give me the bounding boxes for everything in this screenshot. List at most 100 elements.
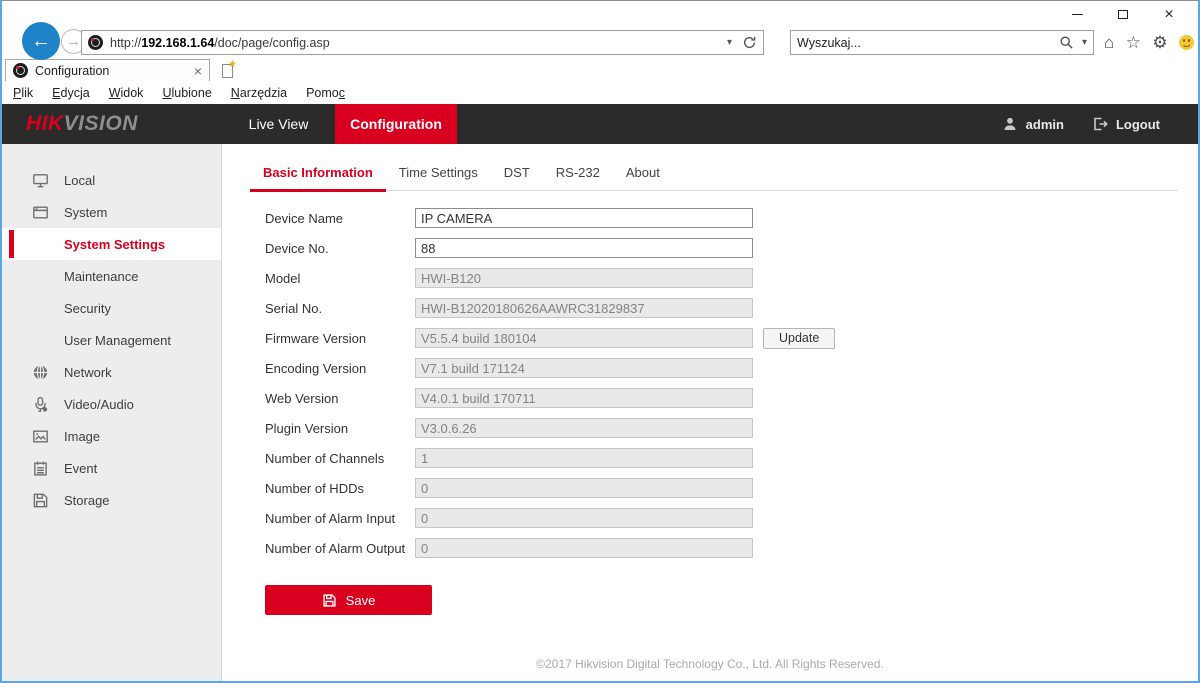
nav-tab-live-view[interactable]: Live View — [222, 104, 335, 144]
favorites-star-icon[interactable]: ☆ — [1126, 33, 1141, 53]
address-bar[interactable]: http://192.168.1.64/doc/page/config.asp … — [81, 30, 764, 55]
field-row-serial-no: Serial No. — [265, 298, 1198, 318]
tab-title: Configuration — [35, 64, 194, 78]
user-icon — [1002, 116, 1018, 132]
field-row-plugin-version: Plugin Version — [265, 418, 1198, 438]
tab-rs-232[interactable]: RS-232 — [543, 158, 613, 190]
storage-icon — [31, 492, 49, 509]
minimize-icon — [1072, 14, 1083, 15]
active-indicator-bar — [9, 230, 14, 258]
menu-edycja[interactable]: Edycja — [52, 86, 90, 100]
browser-window: × ← → http://192.168.1.64/doc/page/confi… — [0, 0, 1200, 683]
tab-dst[interactable]: DST — [491, 158, 543, 190]
logout-icon — [1092, 116, 1108, 132]
field-row-firmware-version: Firmware Version Update — [265, 328, 1198, 348]
device-name-label: Device Name — [265, 211, 415, 226]
number-of-alarm-output-label: Number of Alarm Output — [265, 541, 415, 556]
serial-no-label: Serial No. — [265, 301, 415, 316]
tab-favicon-camera-icon — [13, 63, 28, 78]
refresh-icon[interactable] — [742, 35, 757, 50]
user-menu[interactable]: admin — [1002, 116, 1064, 132]
browser-tab-row: Configuration × ★ — [2, 59, 1198, 81]
sidebar-item-system[interactable]: System — [2, 196, 221, 228]
sidebar-item-user-management[interactable]: User Management — [2, 324, 221, 356]
sidebar-item-local[interactable]: Local — [2, 164, 221, 196]
number-of-alarm-input-label: Number of Alarm Input — [265, 511, 415, 526]
search-icon[interactable] — [1059, 35, 1074, 50]
logout-button[interactable]: Logout — [1092, 116, 1160, 132]
browser-menubar: Plik Edycja Widok Ulubione Narzędzia Pom… — [2, 81, 1198, 104]
back-arrow-icon: ← — [31, 30, 51, 53]
image-icon — [31, 428, 49, 445]
sidebar-item-image[interactable]: Image — [2, 420, 221, 452]
globe-icon — [31, 364, 49, 381]
sidebar-item-security[interactable]: Security — [2, 292, 221, 324]
sidebar-item-system-settings[interactable]: System Settings — [2, 228, 221, 260]
sidebar-item-network[interactable]: Network — [2, 356, 221, 388]
browser-tab-configuration[interactable]: Configuration × — [5, 59, 210, 81]
menu-narzedzia[interactable]: Narzędzia — [231, 86, 287, 100]
plugin-version-value — [415, 418, 753, 438]
save-icon — [322, 593, 337, 608]
number-of-channels-value — [415, 448, 753, 468]
url-text: http://192.168.1.64/doc/page/config.asp — [110, 36, 727, 50]
feedback-smiley-icon[interactable] — [1179, 35, 1194, 50]
save-button[interactable]: Save — [265, 585, 432, 615]
device-no-label: Device No. — [265, 241, 415, 256]
menu-pomoc[interactable]: Pomoc — [306, 86, 345, 100]
tab-basic-information[interactable]: Basic Information — [250, 158, 386, 190]
field-row-model: Model — [265, 268, 1198, 288]
close-button[interactable]: × — [1146, 1, 1192, 28]
maximize-icon — [1118, 10, 1128, 19]
microphone-icon — [31, 396, 49, 413]
web-version-value — [415, 388, 753, 408]
field-row-device-no: Device No. — [265, 238, 1198, 258]
menu-ulubione[interactable]: Ulubione — [162, 86, 211, 100]
main-content: Basic Information Time Settings DST RS-2… — [222, 144, 1198, 681]
forward-arrow-icon: → — [66, 33, 81, 50]
encoding-version-value — [415, 358, 753, 378]
field-row-encoding-version: Encoding Version — [265, 358, 1198, 378]
app-header: HIKVISION Live View Configuration admin … — [2, 104, 1198, 144]
tab-close-icon[interactable]: × — [194, 63, 202, 79]
field-row-number-of-alarm-output: Number of Alarm Output — [265, 538, 1198, 558]
model-value — [415, 268, 753, 288]
firmware-version-label: Firmware Version — [265, 331, 415, 346]
tab-about[interactable]: About — [613, 158, 673, 190]
back-button[interactable]: ← — [22, 22, 60, 60]
window-controls: × — [1054, 1, 1192, 28]
content-tabstrip: Basic Information Time Settings DST RS-2… — [250, 158, 1178, 191]
settings-gear-icon[interactable]: ⚙ — [1152, 33, 1167, 53]
sidebar-item-maintenance[interactable]: Maintenance — [2, 260, 221, 292]
firmware-version-value — [415, 328, 753, 348]
number-of-channels-label: Number of Channels — [265, 451, 415, 466]
menu-widok[interactable]: Widok — [109, 86, 144, 100]
copyright-footer: ©2017 Hikvision Digital Technology Co., … — [222, 657, 1198, 671]
site-favicon-camera-icon — [88, 35, 103, 50]
menu-plik[interactable]: Plik — [13, 86, 33, 100]
hikvision-logo: HIKVISION — [26, 104, 222, 144]
sidebar-item-event[interactable]: Event — [2, 452, 221, 484]
window-icon — [31, 204, 49, 221]
sidebar-item-video-audio[interactable]: Video/Audio — [2, 388, 221, 420]
sidebar-item-storage[interactable]: Storage — [2, 484, 221, 516]
search-input[interactable] — [797, 36, 1059, 50]
search-bar[interactable]: ▾ — [790, 30, 1094, 55]
number-of-hdds-label: Number of HDDs — [265, 481, 415, 496]
device-no-input[interactable] — [415, 238, 753, 258]
nav-tab-configuration[interactable]: Configuration — [335, 104, 457, 144]
model-label: Model — [265, 271, 415, 286]
field-row-number-of-channels: Number of Channels — [265, 448, 1198, 468]
home-icon[interactable]: ⌂ — [1104, 33, 1114, 53]
update-button[interactable]: Update — [763, 328, 835, 349]
plugin-version-label: Plugin Version — [265, 421, 415, 436]
basic-information-form: Device Name Device No. Model Serial No. … — [265, 208, 1198, 558]
new-tab-button[interactable]: ★ — [215, 61, 240, 81]
device-name-input[interactable] — [415, 208, 753, 228]
field-row-number-of-alarm-input: Number of Alarm Input — [265, 508, 1198, 528]
address-dropdown-icon[interactable]: ▾ — [727, 37, 732, 48]
tab-time-settings[interactable]: Time Settings — [386, 158, 491, 190]
maximize-button[interactable] — [1100, 1, 1146, 28]
search-dropdown-icon[interactable]: ▾ — [1082, 37, 1087, 48]
minimize-button[interactable] — [1054, 1, 1100, 28]
